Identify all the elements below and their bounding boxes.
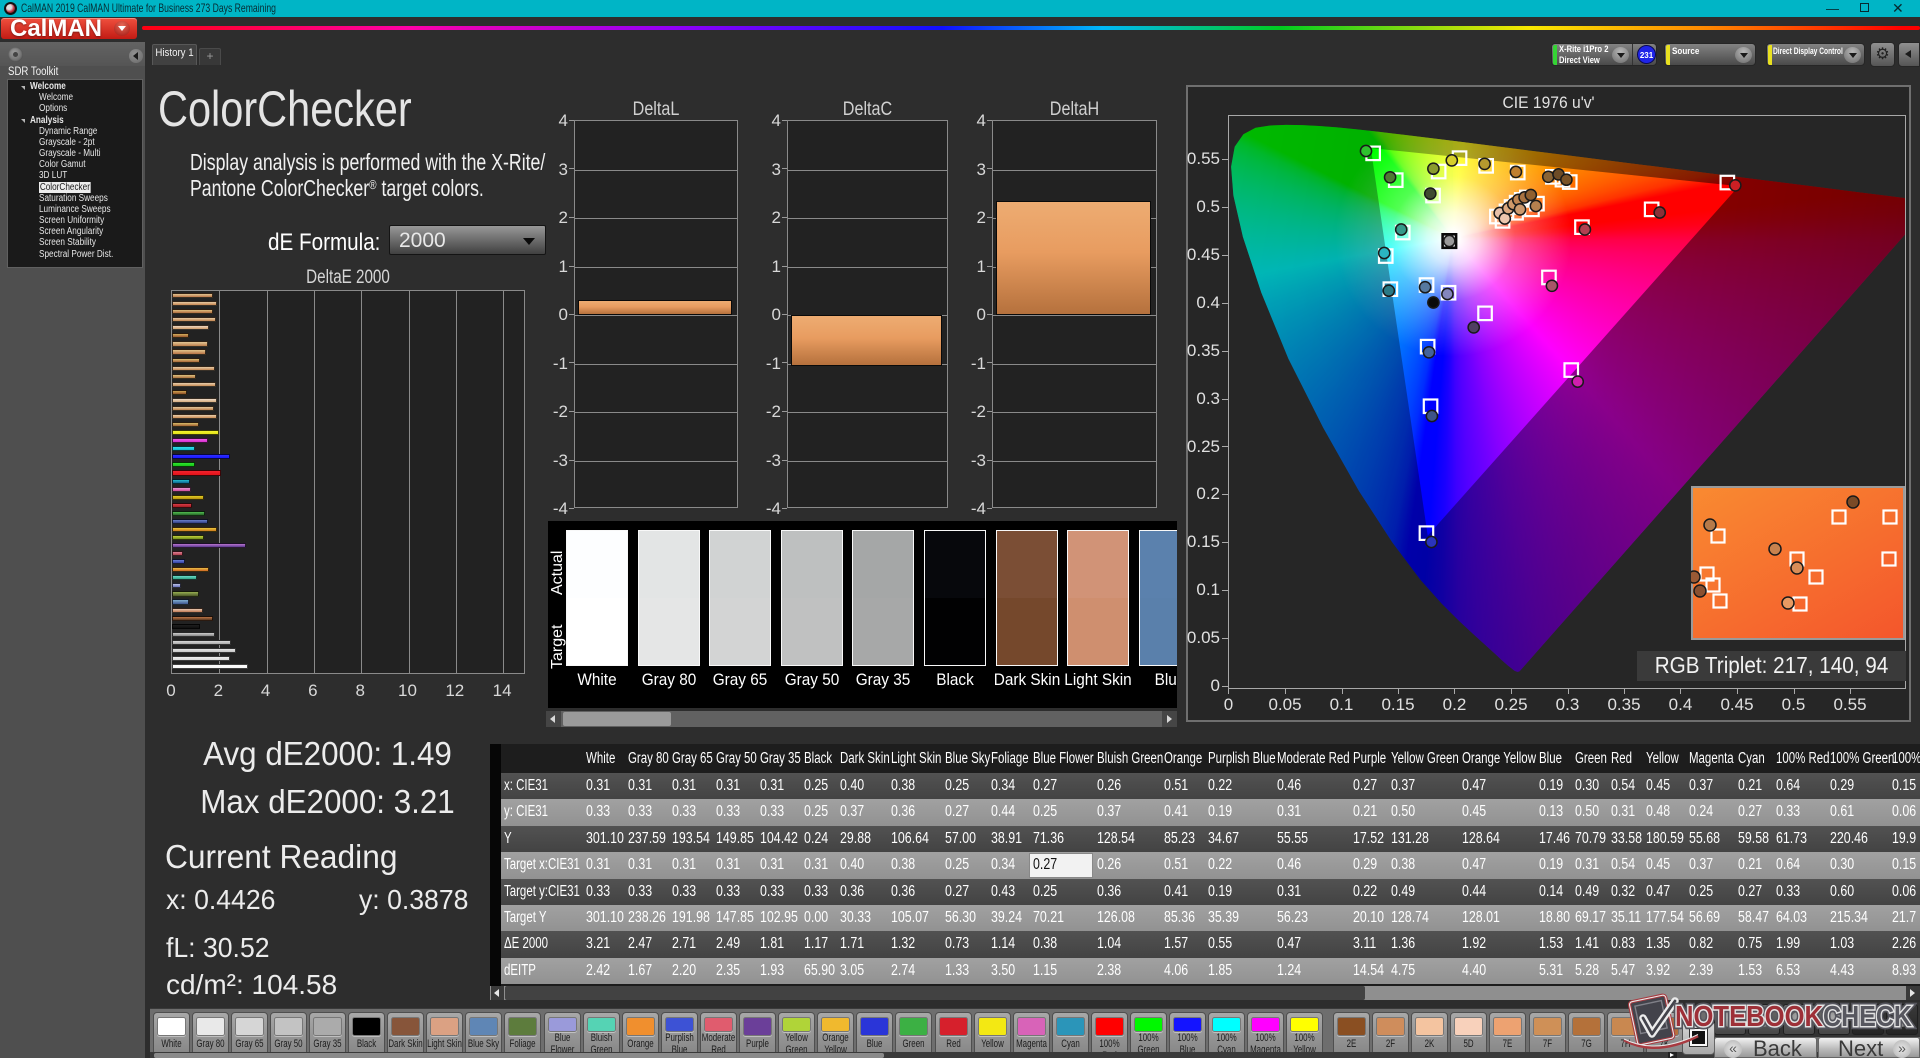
svg-text:CHECK: CHECK — [1823, 1001, 1912, 1033]
svg-text:NOTEBOOK: NOTEBOOK — [1675, 1001, 1823, 1033]
